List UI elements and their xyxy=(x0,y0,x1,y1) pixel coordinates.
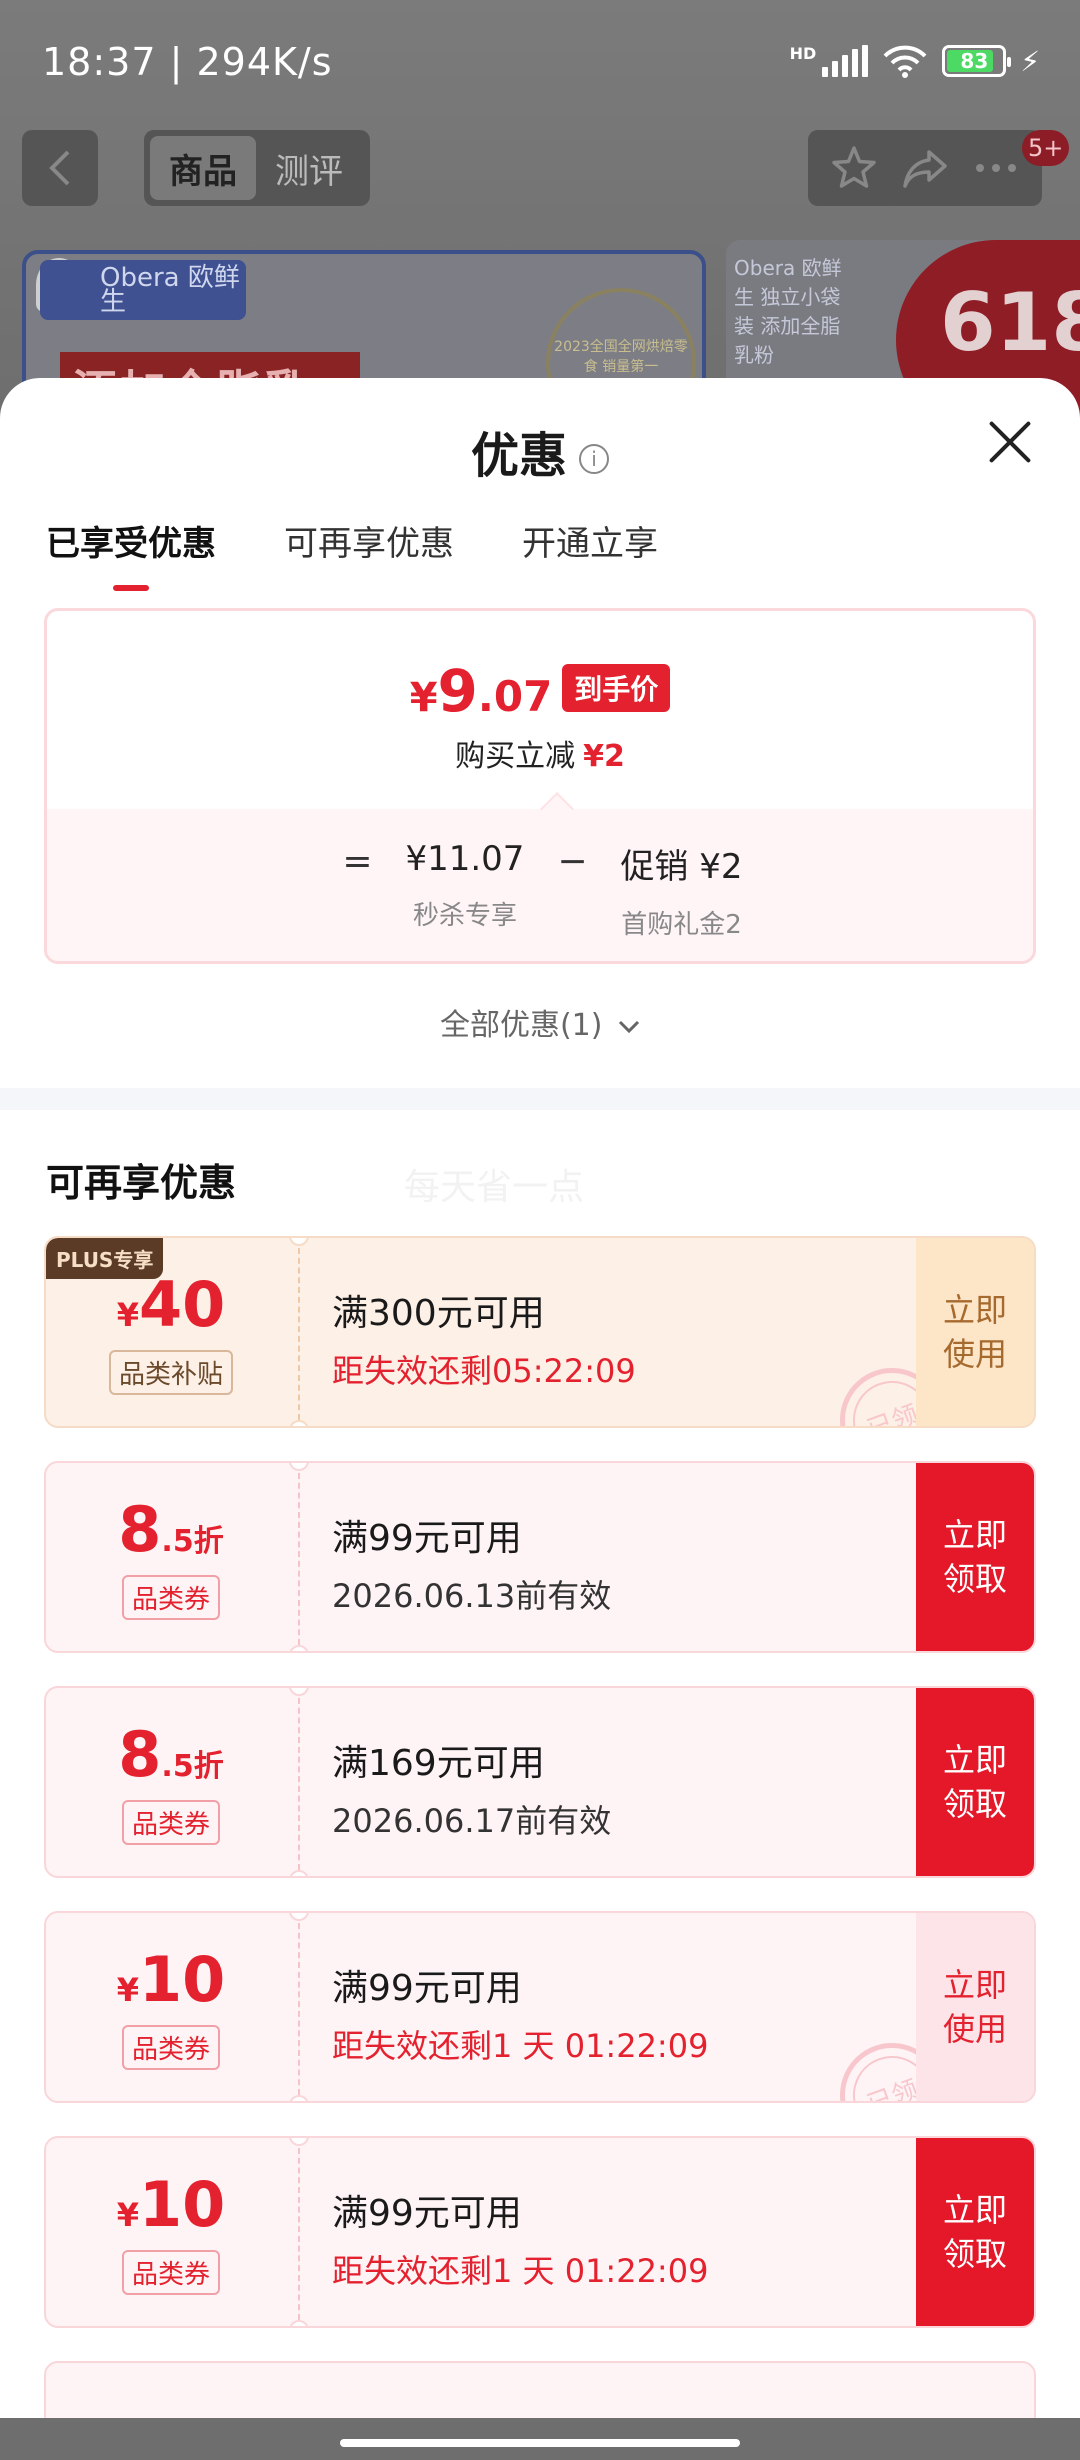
coupon-condition: 满99元可用 xyxy=(332,1518,522,1559)
coupon-type-tag: 品类券 xyxy=(121,1574,220,1620)
signal-icon xyxy=(822,45,869,77)
coupon-notch xyxy=(289,2095,309,2101)
home-indicator[interactable] xyxy=(340,2439,740,2447)
coupon-condition: 满99元可用 xyxy=(332,1968,522,2009)
coupon-value: ¥10 品类券 xyxy=(46,1913,296,2101)
use-now-button[interactable]: 立即 使用 xyxy=(916,1913,1034,2101)
sheet-title-text: 优惠 xyxy=(470,428,567,484)
coupon-value: ¥40 品类补贴 xyxy=(46,1238,296,1426)
coupon-card: ¥10 品类券 满99元可用 距失效还剩1 天 01:22:09 立即 领取 xyxy=(44,2136,1036,2328)
coupon-amount: ¥10 xyxy=(116,1942,226,2016)
star-icon[interactable] xyxy=(830,144,878,192)
coupon-separator xyxy=(298,1923,300,2095)
price-breakdown: = ¥11.07 秒杀专享 − 促销 ¥2 首购礼金2 xyxy=(47,809,1033,961)
coupon-expiry: 距失效还剩1 天 01:22:09 xyxy=(332,2252,709,2290)
equals-sign: = xyxy=(342,841,373,882)
wifi-icon xyxy=(883,45,927,78)
coupon-separator xyxy=(298,1473,300,1645)
coupon-type-tag: 品类券 xyxy=(121,1799,220,1845)
coupon-amount: ¥10 xyxy=(116,2167,226,2241)
tab-review[interactable]: 测评 xyxy=(256,136,362,200)
coupon-separator xyxy=(298,1248,300,1420)
coupon-expiry: 2026.06.13前有效 xyxy=(332,1577,612,1615)
base-price: ¥11.07 秒杀专享 xyxy=(405,839,525,931)
minus-sign: − xyxy=(557,841,588,882)
coupon-type-tag: 品类券 xyxy=(121,2249,220,2295)
coupon-condition: 满300元可用 xyxy=(332,1293,545,1334)
notification-badge: 5+ xyxy=(1022,130,1070,166)
coupon-separator xyxy=(298,2148,300,2320)
coupon-details: 满99元可用 2026.06.13前有效 xyxy=(332,1509,611,1617)
claim-now-button[interactable]: 立即 领取 xyxy=(916,1463,1034,1651)
coupon-condition: 满99元可用 xyxy=(332,2193,522,2234)
discount-tabs: 已享受优惠 可再享优惠 开通立享 xyxy=(46,516,658,591)
status-bar: 18:37 | 294K/s HD 83 ⚡ xyxy=(0,0,1080,136)
coupon-amount: 8.5折 xyxy=(118,1717,224,1791)
status-time: 18:37 | 294K/s xyxy=(42,40,333,84)
coupon-card-partial xyxy=(44,2361,1036,2418)
battery-level: 83 xyxy=(960,49,989,73)
coupon-value: ¥10 品类券 xyxy=(46,2138,296,2326)
promo-discount: 促销 ¥2 首购礼金2 xyxy=(620,847,743,940)
coupon-expiry: 距失效还剩1 天 01:22:09 xyxy=(332,2027,709,2065)
use-now-button[interactable]: 立即 使用 xyxy=(916,1238,1034,1426)
coupon-details: 满99元可用 距失效还剩1 天 01:22:09 xyxy=(332,2184,708,2292)
coupon-card: PLUS专享 ¥40 品类补贴 满300元可用 距失效还剩05:22:09 已领… xyxy=(44,1236,1036,1428)
share-icon[interactable] xyxy=(901,144,949,192)
top-nav: 商品 测评 xyxy=(0,130,1080,210)
coupon-card: ¥10 品类券 满99元可用 距失效还剩1 天 01:22:09 已领 立即 使用 xyxy=(44,1911,1036,2103)
chevron-down-icon xyxy=(618,1020,640,1033)
coupon-condition: 满169元可用 xyxy=(332,1743,545,1784)
close-icon[interactable] xyxy=(986,418,1034,466)
price-summary: ¥9.07 到手价 购买立减 ¥2 xyxy=(47,611,1033,811)
all-benefits-toggle[interactable]: 全部优惠(1) xyxy=(0,1000,1080,1044)
coupon-expiry: 2026.06.17前有效 xyxy=(332,1802,612,1840)
info-icon[interactable]: i xyxy=(579,444,609,474)
action-group xyxy=(808,130,1042,206)
coupon-notch xyxy=(289,1870,309,1876)
tab-available[interactable]: 可再享优惠 xyxy=(284,516,454,591)
coupon-notch xyxy=(289,1645,309,1651)
claim-now-button[interactable]: 立即 领取 xyxy=(916,2138,1034,2326)
network-type: HD xyxy=(789,44,817,63)
coupon-value: 8.5折 品类券 xyxy=(46,1463,296,1651)
claim-now-button[interactable]: 立即 领取 xyxy=(916,1688,1034,1876)
watermark: 每天省一点 xyxy=(404,1167,585,1208)
coupon-value: 8.5折 品类券 xyxy=(46,1688,296,1876)
coupon-amount: ¥40 xyxy=(116,1267,226,1341)
final-price-card: ¥9.07 到手价 购买立减 ¥2 = ¥11.07 秒杀专享 − 促销 ¥2 首购… xyxy=(44,608,1036,964)
price-formula: = ¥11.07 秒杀专享 − 促销 ¥2 首购礼金2 xyxy=(47,839,1033,941)
coupon-notch xyxy=(289,2320,309,2326)
coupon-expiry: 距失效还剩05:22:09 xyxy=(332,1352,636,1390)
back-button[interactable] xyxy=(22,130,98,206)
discount-sheet: 优惠 i 已享受优惠 可再享优惠 开通立享 ¥9.07 到手价 购买立减 ¥2 = ¥… xyxy=(0,378,1080,2418)
coupon-amount: 8.5折 xyxy=(118,1492,224,1566)
tab-activate[interactable]: 开通立享 xyxy=(522,516,658,591)
status-icons: HD 83 ⚡ xyxy=(790,44,1040,78)
coupon-type-tag: 品类补贴 xyxy=(108,1349,233,1395)
sheet-title: 优惠 i xyxy=(0,416,1080,486)
coupon-details: 满300元可用 距失效还剩05:22:09 xyxy=(332,1284,636,1392)
coupon-card: 8.5折 品类券 满99元可用 2026.06.13前有效 立即 领取 xyxy=(44,1461,1036,1653)
coupon-details: 满169元可用 2026.06.17前有效 xyxy=(332,1734,611,1842)
coupon-notch xyxy=(289,1420,309,1426)
coupon-card: 8.5折 品类券 满169元可用 2026.06.17前有效 立即 领取 xyxy=(44,1686,1036,1878)
charging-icon: ⚡ xyxy=(1020,44,1040,78)
more-icon[interactable] xyxy=(972,144,1020,192)
instant-discount: 购买立减 ¥2 xyxy=(455,739,625,774)
chevron-left-icon xyxy=(49,150,70,186)
final-price: ¥9.07 到手价 xyxy=(47,657,1033,725)
brand-logo-small: Obera 欧鲜生 独立小袋装 添加全脂乳粉 xyxy=(734,256,842,367)
tab-product[interactable]: 商品 xyxy=(150,136,256,200)
tab-enjoyed[interactable]: 已享受优惠 xyxy=(46,516,216,591)
section-divider xyxy=(0,1088,1080,1110)
brand-logo: Obera 欧鲜生 xyxy=(40,260,246,320)
coupon-separator xyxy=(298,1698,300,1870)
coupon-details: 满99元可用 距失效还剩1 天 01:22:09 xyxy=(332,1959,708,2067)
coupon-type-tag: 品类券 xyxy=(121,2024,220,2070)
final-price-tag: 到手价 xyxy=(562,664,671,712)
section-title: 可再享优惠 xyxy=(46,1161,237,1205)
product-tabs: 商品 测评 xyxy=(144,130,370,206)
battery-icon: 83 xyxy=(942,45,1012,77)
